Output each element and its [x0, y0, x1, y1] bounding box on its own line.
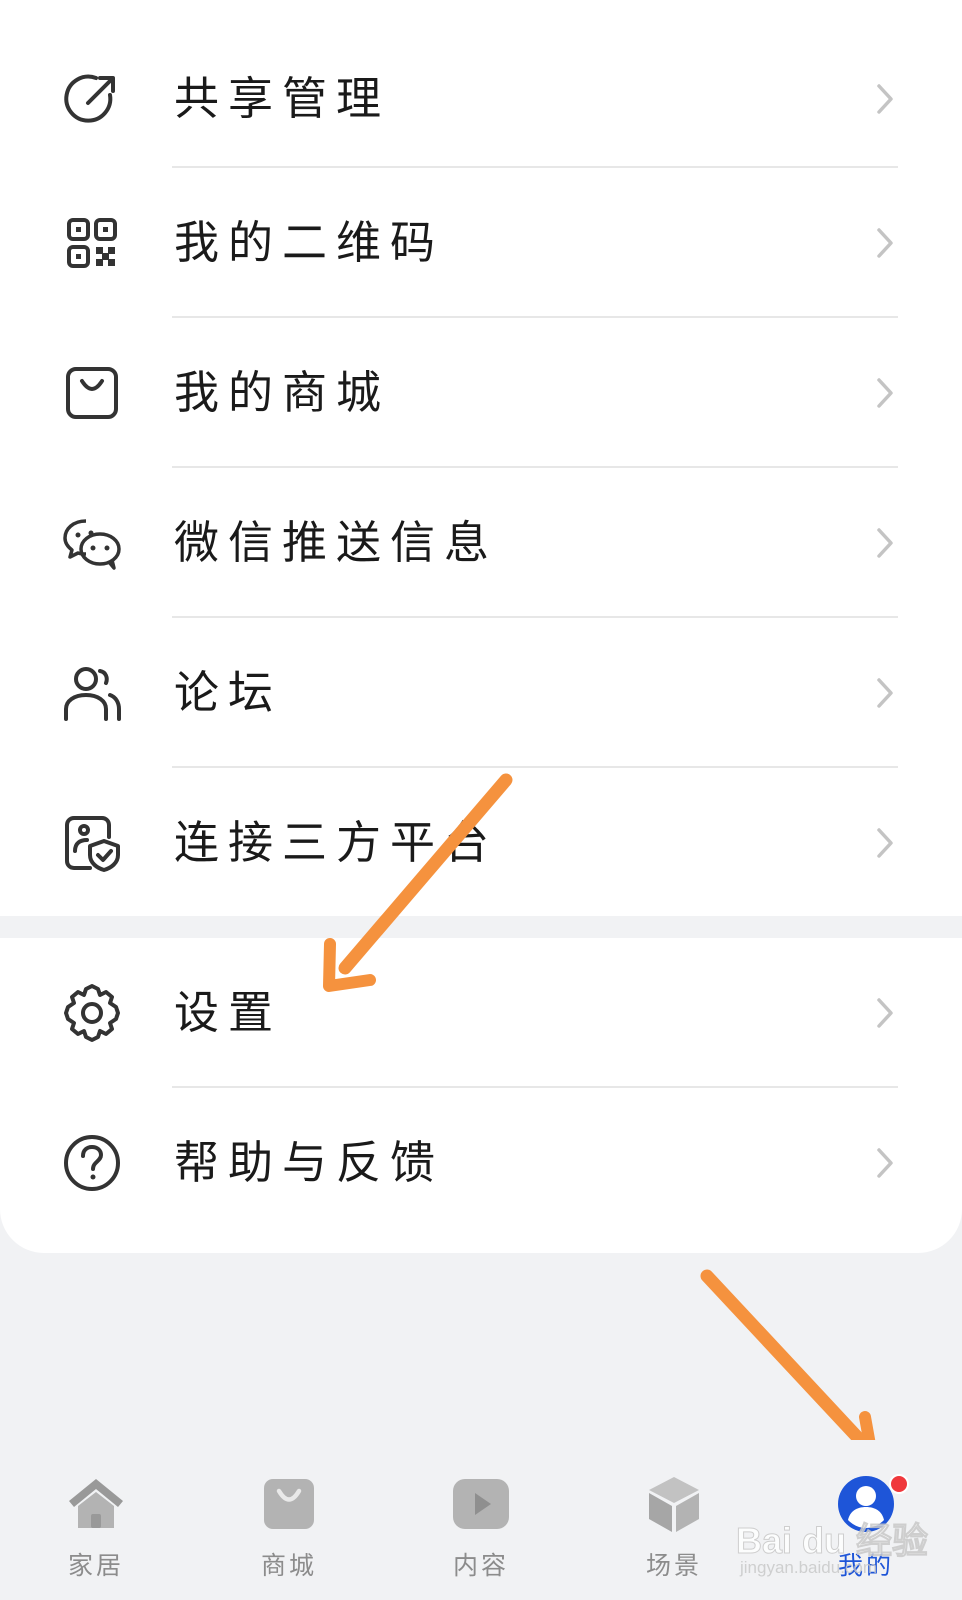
chevron-right-icon	[868, 996, 902, 1030]
chevron-right-icon	[868, 376, 902, 410]
menu-item-wechat-push[interactable]: 微信推送信息	[0, 468, 962, 617]
menu-item-connect-third-party[interactable]: 连接三方平台	[0, 768, 962, 917]
chevron-right-icon	[868, 1146, 902, 1180]
help-question-icon	[62, 1133, 122, 1193]
play-content-icon	[451, 1474, 511, 1534]
chevron-right-icon	[868, 676, 902, 710]
tab-label: 场景	[645, 1551, 702, 1580]
home-icon	[66, 1474, 126, 1534]
chevron-right-icon	[868, 226, 902, 260]
wechat-icon	[62, 513, 122, 573]
menu-card-bottom: 设置 帮助与反馈	[0, 938, 962, 1253]
profile-icon	[836, 1474, 896, 1534]
menu-item-label: 我的商城	[174, 366, 391, 419]
shopping-bag-icon	[62, 363, 122, 423]
tab-label: 商城	[260, 1551, 317, 1580]
qr-code-icon	[62, 213, 122, 273]
menu-item-label: 帮助与反馈	[174, 1136, 445, 1189]
third-party-shield-icon	[62, 813, 122, 873]
arrow-to-profile-tab	[700, 1269, 878, 1462]
menu-item-label: 微信推送信息	[174, 516, 499, 569]
chevron-right-icon	[868, 526, 902, 560]
menu-item-help-feedback[interactable]: 帮助与反馈	[0, 1088, 962, 1237]
notification-dot	[889, 1474, 909, 1494]
tab-mall[interactable]: 商城	[209, 1440, 369, 1600]
menu-item-label: 论坛	[174, 666, 283, 719]
tab-profile[interactable]: 我的	[786, 1440, 946, 1600]
menu-item-label: 共享管理	[174, 72, 391, 125]
tab-label: 内容	[452, 1551, 509, 1580]
menu-item-my-qr-code[interactable]: 我的二维码	[0, 168, 962, 317]
menu-item-label: 设置	[174, 986, 283, 1039]
menu-card-top: 共享管理 我的二维码 我的商城 微信推送信息 论坛 连接三方平台	[0, 0, 962, 916]
chevron-right-icon	[868, 826, 902, 860]
tab-home[interactable]: 家居	[16, 1440, 176, 1600]
bottom-nav: 家居 商城 内容 场景 我的	[0, 1440, 962, 1600]
tab-content[interactable]: 内容	[401, 1440, 561, 1600]
tab-scene[interactable]: 场景	[594, 1440, 754, 1600]
gear-icon	[62, 983, 122, 1043]
menu-item-my-mall[interactable]: 我的商城	[0, 318, 962, 467]
menu-item-settings[interactable]: 设置	[0, 938, 962, 1087]
menu-item-share-management[interactable]: 共享管理	[0, 24, 962, 173]
chevron-right-icon	[868, 82, 902, 116]
menu-item-forum[interactable]: 论坛	[0, 618, 962, 767]
scene-cube-icon	[644, 1474, 704, 1534]
menu-item-label: 连接三方平台	[174, 816, 499, 869]
menu-item-label: 我的二维码	[174, 216, 445, 269]
share-export-icon	[62, 69, 122, 129]
tab-label: 家居	[67, 1551, 124, 1580]
forum-users-icon	[62, 663, 122, 723]
tab-label: 我的	[837, 1551, 894, 1580]
mall-bag-icon	[259, 1474, 319, 1534]
